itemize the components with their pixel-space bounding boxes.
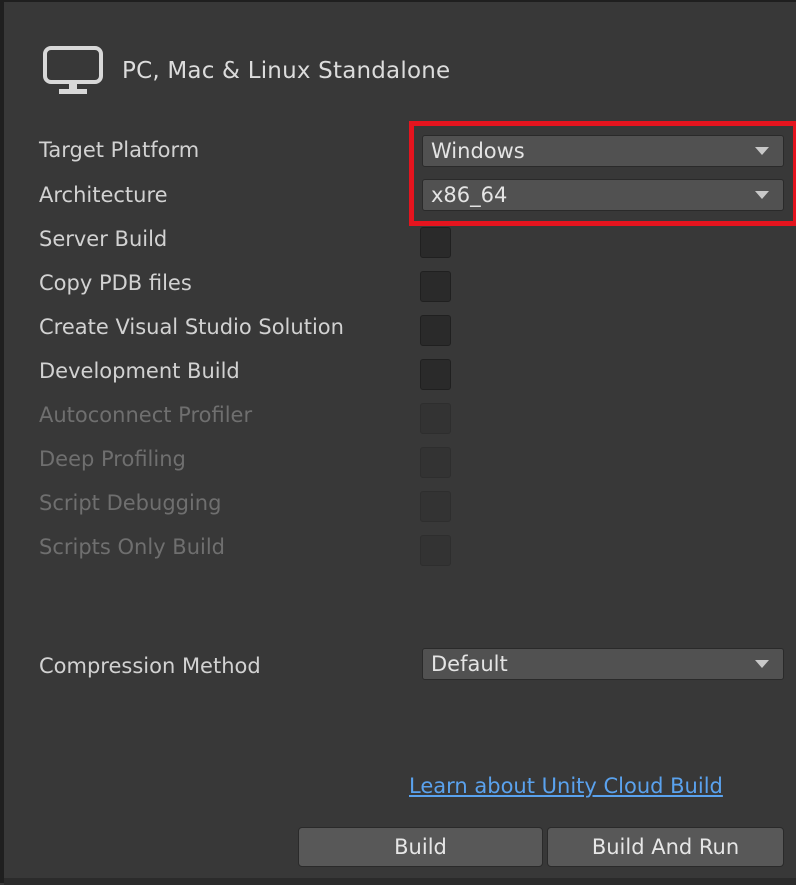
chevron-down-icon [755,191,769,199]
architecture-dropdown[interactable]: x86_64 [422,179,784,211]
build-button[interactable]: Build [298,827,543,867]
autoconnect-profiler-label: Autoconnect Profiler [39,403,253,427]
copy-pdb-checkbox[interactable] [420,271,451,302]
server-build-label: Server Build [39,227,168,251]
target-platform-dropdown[interactable]: Windows [422,135,784,167]
bottom-border [4,878,796,885]
compression-method-dropdown[interactable]: Default [422,648,784,680]
deep-profiling-label: Deep Profiling [39,447,186,471]
chevron-down-icon [755,147,769,155]
target-platform-label: Target Platform [39,138,200,162]
scripts-only-label: Scripts Only Build [39,535,226,559]
vs-solution-checkbox[interactable] [420,315,451,346]
script-debugging-checkbox [420,491,451,522]
monitor-icon [42,45,104,97]
architecture-label: Architecture [39,183,168,207]
vs-solution-label: Create Visual Studio Solution [39,315,344,339]
scripts-only-checkbox [420,535,451,566]
script-debugging-label: Script Debugging [39,491,222,515]
compression-method-value: Default [431,652,508,676]
architecture-value: x86_64 [431,183,508,207]
build-settings-panel: PC, Mac & Linux Standalone Target Platfo… [0,0,796,885]
build-and-run-button[interactable]: Build And Run [547,827,784,867]
copy-pdb-label: Copy PDB files [39,271,192,295]
server-build-checkbox[interactable] [420,227,451,258]
autoconnect-profiler-checkbox [420,403,451,434]
target-platform-value: Windows [431,139,525,163]
page-title: PC, Mac & Linux Standalone [122,58,451,84]
chevron-down-icon [755,660,769,668]
cloud-build-link[interactable]: Learn about Unity Cloud Build [409,774,723,798]
platform-header: PC, Mac & Linux Standalone [42,46,450,96]
development-build-label: Development Build [39,359,240,383]
deep-profiling-checkbox [420,447,451,478]
compression-method-label: Compression Method [39,654,261,678]
development-build-checkbox[interactable] [420,359,451,390]
